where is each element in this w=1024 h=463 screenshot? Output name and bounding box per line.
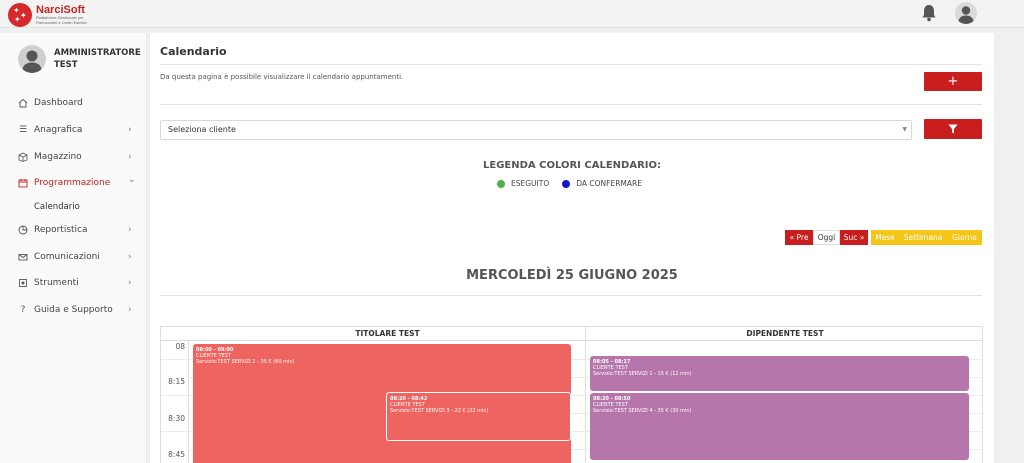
event-service: Servizio:TEST SERVIZI 1 - 15 € (12 min) bbox=[593, 371, 692, 377]
calendar-grid: TITOLARE TEST DIPENDENTE TEST 08 8:15 8:… bbox=[160, 326, 983, 463]
mail-icon bbox=[18, 252, 28, 262]
column-header: TITOLARE TEST bbox=[189, 327, 586, 341]
legend-label: DA CONFERMARE bbox=[576, 179, 642, 188]
question-icon: ? bbox=[20, 305, 26, 316]
blue-dot-icon bbox=[562, 179, 571, 188]
sidebar-nav: Dashboard ☰ Anagrafica › Magazzino › Pro… bbox=[0, 90, 147, 324]
chevron-right-icon: › bbox=[128, 305, 132, 316]
caret-down-icon: ▼ bbox=[902, 126, 907, 133]
filter-icon bbox=[948, 124, 958, 134]
client-select[interactable]: Seleziona cliente ▼ bbox=[160, 120, 912, 140]
legend-label: ESEGUITO bbox=[511, 179, 550, 188]
pie-chart-icon bbox=[18, 225, 28, 235]
sidebar-item-guida[interactable]: ? Guida e Supporto › bbox=[0, 297, 147, 324]
user-avatar-icon[interactable] bbox=[955, 2, 977, 24]
appointment-event[interactable]: 08:20 - 08:42 CLIENTE TEST Servizio:TEST… bbox=[386, 392, 571, 441]
sidebar-item-programmazione[interactable]: Programmazione ⌄ bbox=[0, 170, 147, 197]
view-month-button[interactable]: Mese bbox=[871, 230, 899, 245]
list-icon: ☰ bbox=[18, 125, 28, 136]
main-content: Calendario Da questa pagina è possibile … bbox=[150, 33, 994, 463]
legend: ESEGUITO DA CONFERMARE bbox=[497, 179, 655, 188]
add-appointment-button[interactable]: + bbox=[924, 72, 982, 91]
sidebar-item-magazzino[interactable]: Magazzino › bbox=[0, 143, 147, 170]
divider bbox=[160, 104, 982, 105]
sidebar-item-comunicazioni[interactable]: Comunicazioni › bbox=[0, 243, 147, 270]
sidebar-item-label: Comunicazioni bbox=[34, 251, 100, 262]
sidebar-item-label: Guida e Supporto bbox=[34, 305, 113, 316]
prev-button[interactable]: « Pre bbox=[785, 230, 813, 245]
time-label: 8:15 bbox=[168, 377, 185, 386]
legend-item: ESEGUITO bbox=[497, 179, 549, 188]
today-button[interactable]: Oggi bbox=[813, 230, 840, 245]
sidebar-item-label: Programmazione bbox=[34, 178, 111, 189]
sidebar-item-dashboard[interactable]: Dashboard bbox=[0, 90, 147, 117]
sidebar-item-anagrafica[interactable]: ☰ Anagrafica › bbox=[0, 117, 147, 144]
sidebar-item-label: Anagrafica bbox=[34, 125, 83, 136]
time-label: 8:45 bbox=[168, 450, 185, 459]
top-bar: ✦ ✦ ✦ NarciSoft Piattaforma Gestionale p… bbox=[0, 0, 1024, 28]
home-icon bbox=[18, 98, 28, 108]
tools-icon bbox=[18, 278, 28, 288]
calendar-icon bbox=[18, 178, 28, 188]
event-service: Servizio:TEST SERVIZI 2 - 35 € (60 min) bbox=[196, 359, 295, 365]
chevron-right-icon: › bbox=[128, 151, 132, 162]
view-day-button[interactable]: Giorno bbox=[947, 230, 982, 245]
chevron-right-icon: › bbox=[128, 125, 132, 136]
green-dot-icon bbox=[497, 179, 505, 188]
chevron-right-icon: › bbox=[128, 225, 132, 236]
column-header-spacer bbox=[161, 327, 189, 341]
chevron-right-icon: › bbox=[128, 251, 132, 262]
view-week-button[interactable]: Settimana bbox=[899, 230, 947, 245]
chevron-right-icon: › bbox=[128, 278, 132, 289]
sidebar-item-label: Magazzino bbox=[34, 151, 82, 162]
legend-item: DA CONFERMARE bbox=[562, 179, 642, 188]
sidebar-item-reportistica[interactable]: Reportistica › bbox=[0, 217, 147, 244]
bell-icon[interactable] bbox=[921, 4, 937, 22]
divider bbox=[160, 295, 982, 296]
event-service: Servizio:TEST SERVIZI 3 - 22 € (22 min) bbox=[390, 408, 489, 414]
sidebar: AMMINISTRATORE TEST Dashboard ☰ Anagrafi… bbox=[0, 33, 147, 463]
legend-title: LEGENDA COLORI CALENDARIO: bbox=[482, 160, 661, 171]
sidebar-item-label: Dashboard bbox=[34, 98, 83, 109]
time-label: 8:30 bbox=[168, 414, 185, 423]
user-profile: AMMINISTRATORE TEST bbox=[18, 45, 141, 73]
sidebar-item-label: Strumenti bbox=[34, 278, 79, 289]
next-button[interactable]: Suc » bbox=[840, 230, 868, 245]
divider bbox=[160, 64, 982, 65]
client-select-value: Seleziona cliente bbox=[168, 125, 236, 134]
time-label: 08 bbox=[175, 342, 185, 351]
logo-subtitle: Piattaforma Gestionale per Parrucchieri … bbox=[36, 15, 87, 25]
sidebar-subitem-calendario[interactable]: Calendario bbox=[0, 197, 147, 217]
page-title: Calendario bbox=[160, 45, 227, 58]
app-logo[interactable]: ✦ ✦ ✦ NarciSoft Piattaforma Gestionale p… bbox=[8, 3, 88, 27]
user-name: AMMINISTRATORE TEST bbox=[54, 48, 141, 70]
page-gutter bbox=[994, 33, 1024, 463]
box-icon bbox=[18, 152, 28, 162]
page-description: Da questa pagina è possibile visualizzar… bbox=[160, 73, 404, 81]
chevron-down-icon: ⌄ bbox=[128, 175, 136, 186]
appointment-event[interactable]: 08:05 - 08:17 CLIENTE TEST Servizio:TEST… bbox=[590, 356, 969, 391]
appointment-event[interactable]: 08:20 - 08:50 CLIENTE TEST Servizio:TEST… bbox=[590, 393, 969, 460]
sidebar-item-label: Reportistica bbox=[34, 225, 88, 236]
avatar bbox=[18, 45, 46, 73]
sidebar-item-strumenti[interactable]: Strumenti › bbox=[0, 270, 147, 297]
event-service: Servizio:TEST SERVIZI 4 - 35 € (30 min) bbox=[593, 408, 692, 414]
logo-mark-icon: ✦ ✦ ✦ bbox=[8, 3, 32, 27]
column-header: DIPENDENTE TEST bbox=[586, 327, 982, 341]
calendar-date-title: MERCOLEDÌ 25 GIUGNO 2025 bbox=[466, 268, 678, 283]
filter-button[interactable] bbox=[924, 119, 982, 139]
